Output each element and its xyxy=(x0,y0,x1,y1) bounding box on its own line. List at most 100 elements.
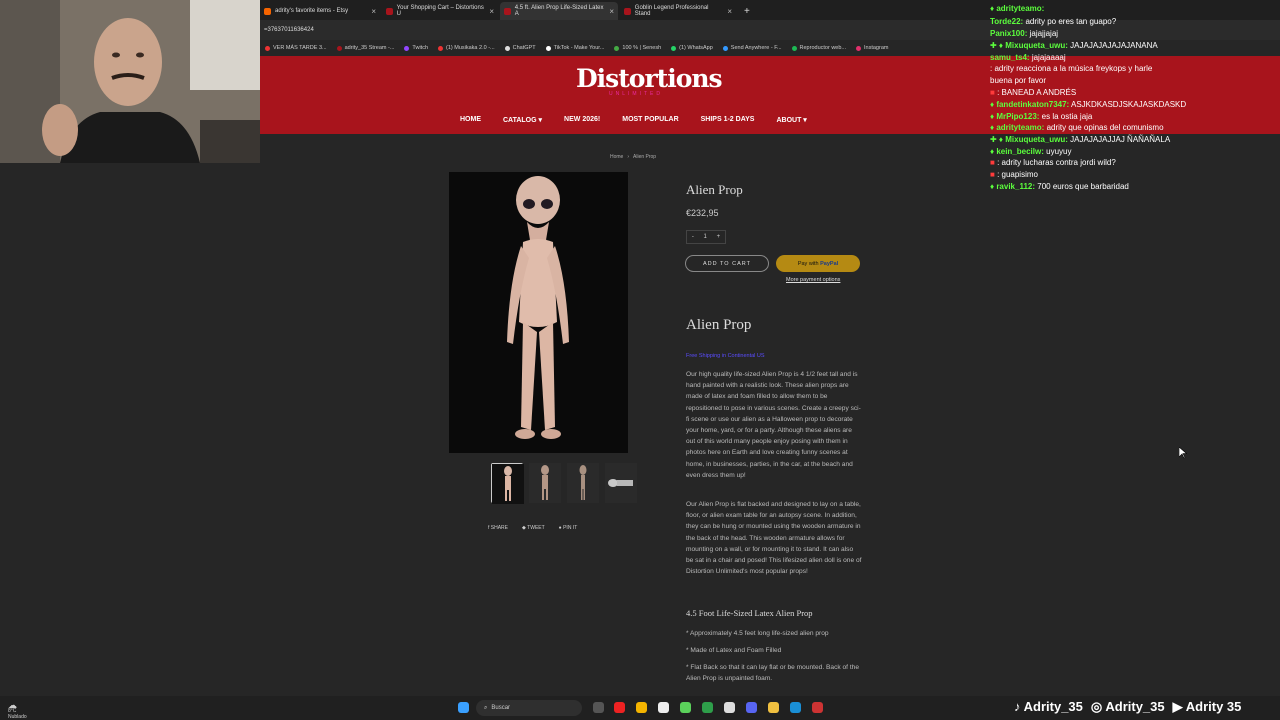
tab-alien-prop[interactable]: 4.5 ft. Alien Prop Life-Sized Latex A × xyxy=(500,2,618,20)
app-icon[interactable] xyxy=(680,702,691,713)
spotify-icon xyxy=(791,45,797,51)
breadcrumb-home[interactable]: Home xyxy=(610,154,623,160)
chat-message: : adrity reacciona a la música freykops … xyxy=(990,64,1153,73)
bookmark-item[interactable]: (1) Musikaka 2.0 -... xyxy=(433,45,500,51)
alien-thumbnail-image xyxy=(567,463,599,503)
more-payment-options-link[interactable]: More payment options xyxy=(786,277,840,283)
app-icon[interactable] xyxy=(702,702,713,713)
breadcrumb-current: Alien Prop xyxy=(633,154,657,160)
bookmark-item[interactable]: ChatGPT xyxy=(500,45,541,51)
share-twitter-button[interactable]: ◆ TWEET xyxy=(522,525,545,531)
bookmark-icon xyxy=(265,45,270,51)
main-nav: HOME CATALOG ▾ NEW 2026! MOST POPULAR SH… xyxy=(460,116,807,124)
whatsapp-icon xyxy=(671,45,677,51)
task-view-icon[interactable] xyxy=(593,702,604,713)
tab-label: Your Shopping Cart – Distortions U xyxy=(396,5,484,17)
close-tab-icon[interactable]: × xyxy=(371,7,376,16)
product-thumbnail[interactable] xyxy=(567,463,599,503)
description-title: Alien Prop xyxy=(686,317,752,333)
tab-etsy[interactable]: adrity's favorite items - Etsy × xyxy=(260,2,380,20)
weather-widget[interactable]: ☁ 8°C Nublado xyxy=(8,701,27,720)
description-paragraph-1: Our high quality life-sized Alien Prop i… xyxy=(686,371,861,479)
breadcrumb-separator: › xyxy=(627,154,630,160)
file-icon[interactable] xyxy=(658,702,669,713)
tab-shopping-cart[interactable]: Your Shopping Cart – Distortions U × xyxy=(382,2,498,20)
qty-decrement-button[interactable]: - xyxy=(692,234,694,240)
streamer-webcam-image xyxy=(0,0,260,163)
nav-catalog[interactable]: CATALOG ▾ xyxy=(503,116,542,124)
site-logo[interactable]: Distortions xyxy=(576,64,723,93)
bookmark-item[interactable]: (1) WhatsApp xyxy=(666,45,718,51)
chat-message: Torde22: adrity po eres tan guapo? xyxy=(990,17,1117,26)
edge-icon[interactable] xyxy=(790,702,801,713)
chat-message: ♦ MrPipo123: es la ostia jaja xyxy=(990,112,1093,121)
qty-value[interactable]: 1 xyxy=(704,234,707,240)
chat-message: ✚ ♦ Mixuqueta_uwu: JAJAJAJAJAJAJANANA xyxy=(990,41,1158,50)
free-shipping-link[interactable]: Free Shipping in Continental US xyxy=(686,353,765,359)
discord-icon[interactable] xyxy=(746,702,757,713)
bookmark-item[interactable]: Send Anywhere - F... xyxy=(718,45,787,51)
alien-thumbnail-image xyxy=(529,463,561,503)
close-tab-icon[interactable]: × xyxy=(609,7,614,16)
distortions-favicon-icon xyxy=(504,7,511,15)
app-icon[interactable] xyxy=(724,702,735,713)
file-explorer-icon[interactable] xyxy=(768,702,779,713)
chatgpt-icon xyxy=(504,45,510,51)
feature-bullet: * Made of Latex and Foam Filled xyxy=(686,647,782,654)
product-price: €232,95 xyxy=(686,208,719,218)
chat-message: ■ : adrity lucharas contra jordi wild? xyxy=(990,158,1116,167)
windows-start-icon[interactable] xyxy=(458,702,469,713)
bookmark-item[interactable]: VER MÁS TARDE 3... xyxy=(260,45,332,51)
tiktok-handle: ♪ Adrity_35 xyxy=(1014,699,1083,714)
quantity-stepper[interactable]: - 1 + xyxy=(686,230,726,244)
bookmark-item[interactable]: adrity_35 Stream -... xyxy=(332,45,400,51)
close-tab-icon[interactable]: × xyxy=(489,7,494,16)
product-thumbnail[interactable] xyxy=(491,463,524,504)
description-paragraph-2: Our Alien Prop is flat backed and design… xyxy=(686,501,862,576)
youtube-icon xyxy=(438,45,444,51)
bookmark-item[interactable]: Instagram xyxy=(851,45,893,51)
instagram-handle: ◎ Adrity_35 xyxy=(1090,699,1165,714)
bookmark-item[interactable]: 100 % | Senesh xyxy=(609,45,666,51)
nav-ships-1-2-days[interactable]: SHIPS 1-2 DAYS xyxy=(701,116,755,124)
nav-most-popular[interactable]: MOST POPULAR xyxy=(622,116,678,124)
paypal-logo: PayPal xyxy=(820,260,839,267)
tab-goblin[interactable]: Goblin Legend Professional Stand × xyxy=(620,2,736,20)
mouse-cursor-icon xyxy=(1178,446,1188,464)
distortions-favicon-icon xyxy=(624,7,631,15)
search-icon: ⌕ xyxy=(484,704,488,711)
features-heading: 4.5 Foot Life-Sized Latex Alien Prop xyxy=(686,608,813,618)
add-to-cart-button[interactable]: ADD TO CART xyxy=(685,255,769,272)
alien-figure-image xyxy=(507,176,569,439)
bookmark-icon xyxy=(722,45,728,51)
close-tab-icon[interactable]: × xyxy=(727,7,732,16)
tab-label: 4.5 ft. Alien Prop Life-Sized Latex A xyxy=(514,5,604,17)
product-thumbnail[interactable] xyxy=(529,463,561,503)
share-facebook-button[interactable]: f SHARE xyxy=(488,525,508,531)
nav-home[interactable]: HOME xyxy=(460,116,481,124)
chat-message: buena por favor xyxy=(990,76,1047,85)
chat-message: ■ : BANEAD A ANDRÉS xyxy=(990,88,1077,97)
bookmark-icon xyxy=(336,45,342,51)
app-icon[interactable] xyxy=(812,702,823,713)
qty-increment-button[interactable]: + xyxy=(717,234,721,240)
chat-message: ♦ kein_becilw: uyuyuy xyxy=(990,147,1072,156)
product-thumbnail[interactable] xyxy=(605,463,637,503)
chrome-icon[interactable] xyxy=(636,702,647,713)
taskbar-search-input[interactable]: ⌕ Buscar xyxy=(476,700,582,716)
chat-message: ■ : guapisimo xyxy=(990,170,1038,179)
product-main-image[interactable] xyxy=(449,172,628,453)
tiktok-icon xyxy=(545,45,551,51)
bookmark-item[interactable]: TikTok - Make Your... xyxy=(541,45,610,51)
tab-label: adrity's favorite items - Etsy xyxy=(275,8,349,14)
bookmark-item[interactable]: Reproductor web... xyxy=(787,45,851,51)
nav-new-2026[interactable]: NEW 2026! xyxy=(564,116,600,124)
opera-icon[interactable] xyxy=(614,702,625,713)
stream-chat-overlay: ♦ adrityteamo: Torde22: adrity po eres t… xyxy=(988,0,1280,200)
nav-about[interactable]: ABOUT ▾ xyxy=(776,116,806,124)
new-tab-icon[interactable]: + xyxy=(740,2,754,20)
paypal-button[interactable]: Pay with PayPal xyxy=(776,255,860,272)
youtube-handle: ▶ Adrity 35 xyxy=(1172,699,1242,714)
share-pinterest-button[interactable]: ● PIN IT xyxy=(559,525,578,531)
bookmark-item[interactable]: Twitch xyxy=(399,45,433,51)
